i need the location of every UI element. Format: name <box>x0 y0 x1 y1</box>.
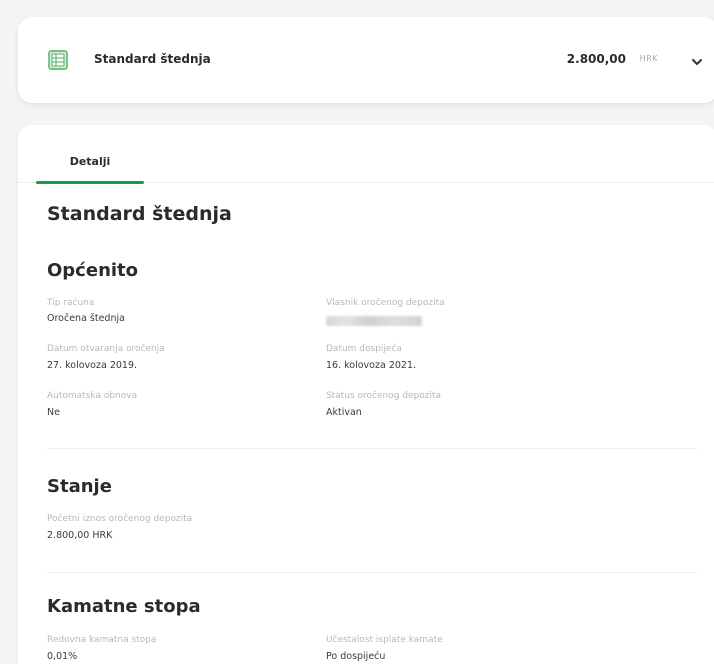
account-currency: HRK <box>639 54 658 63</box>
field-label-regular-rate: Redovna kamatna stopa <box>47 635 157 645</box>
field-label-initial-amount: Početni iznos oročenog depozita <box>47 514 193 524</box>
field-label-maturity-date: Datum dospijeća <box>326 344 402 354</box>
active-tab-indicator <box>36 181 144 184</box>
chevron-down-icon[interactable] <box>690 53 704 65</box>
field-value-regular-rate: 0,01% <box>47 651 78 662</box>
field-value-account-type: Oročena štednja <box>47 313 125 324</box>
field-value-auto-renewal: Ne <box>47 407 60 418</box>
section-divider <box>47 572 697 573</box>
tab-details[interactable]: Detalji <box>36 155 144 184</box>
field-label-status: Status oročenog depozita <box>326 391 442 401</box>
ledger-icon <box>48 50 68 70</box>
field-value-status: Aktivan <box>326 407 362 418</box>
section-divider <box>47 448 697 449</box>
page-title: Standard štednja <box>47 203 232 225</box>
field-label-auto-renewal: Automatska obnova <box>47 391 138 401</box>
account-details-panel: Detalji Standard štednja Općenito Tip ra… <box>18 125 714 664</box>
account-name: Standard štednja <box>94 52 211 66</box>
field-label-owner: Vlasnik oročenog depozita <box>326 298 445 308</box>
field-value-open-date: 27. kolovoza 2019. <box>47 360 138 371</box>
field-label-payout-frequency: Učestalost isplate kamate <box>326 635 443 645</box>
tab-bar: Detalji <box>18 125 714 184</box>
section-title-balance: Stanje <box>47 476 112 497</box>
section-title-interest: Kamatne stopa <box>47 596 201 617</box>
field-label-account-type: Tip računa <box>47 298 95 308</box>
field-value-maturity-date: 16. kolovoza 2021. <box>326 360 417 371</box>
field-value-owner-redacted <box>326 316 422 326</box>
account-summary-card[interactable]: Standard štednja 2.800,00 HRK <box>18 17 714 103</box>
field-label-open-date: Datum otvaranja oročenja <box>47 344 165 354</box>
account-balance: 2.800,00 <box>566 52 626 66</box>
field-value-initial-amount: 2.800,00 HRK <box>47 530 113 541</box>
tab-details-label: Detalji <box>69 155 111 168</box>
section-title-general: Općenito <box>47 260 139 281</box>
field-value-payout-frequency: Po dospijeću <box>326 651 386 662</box>
